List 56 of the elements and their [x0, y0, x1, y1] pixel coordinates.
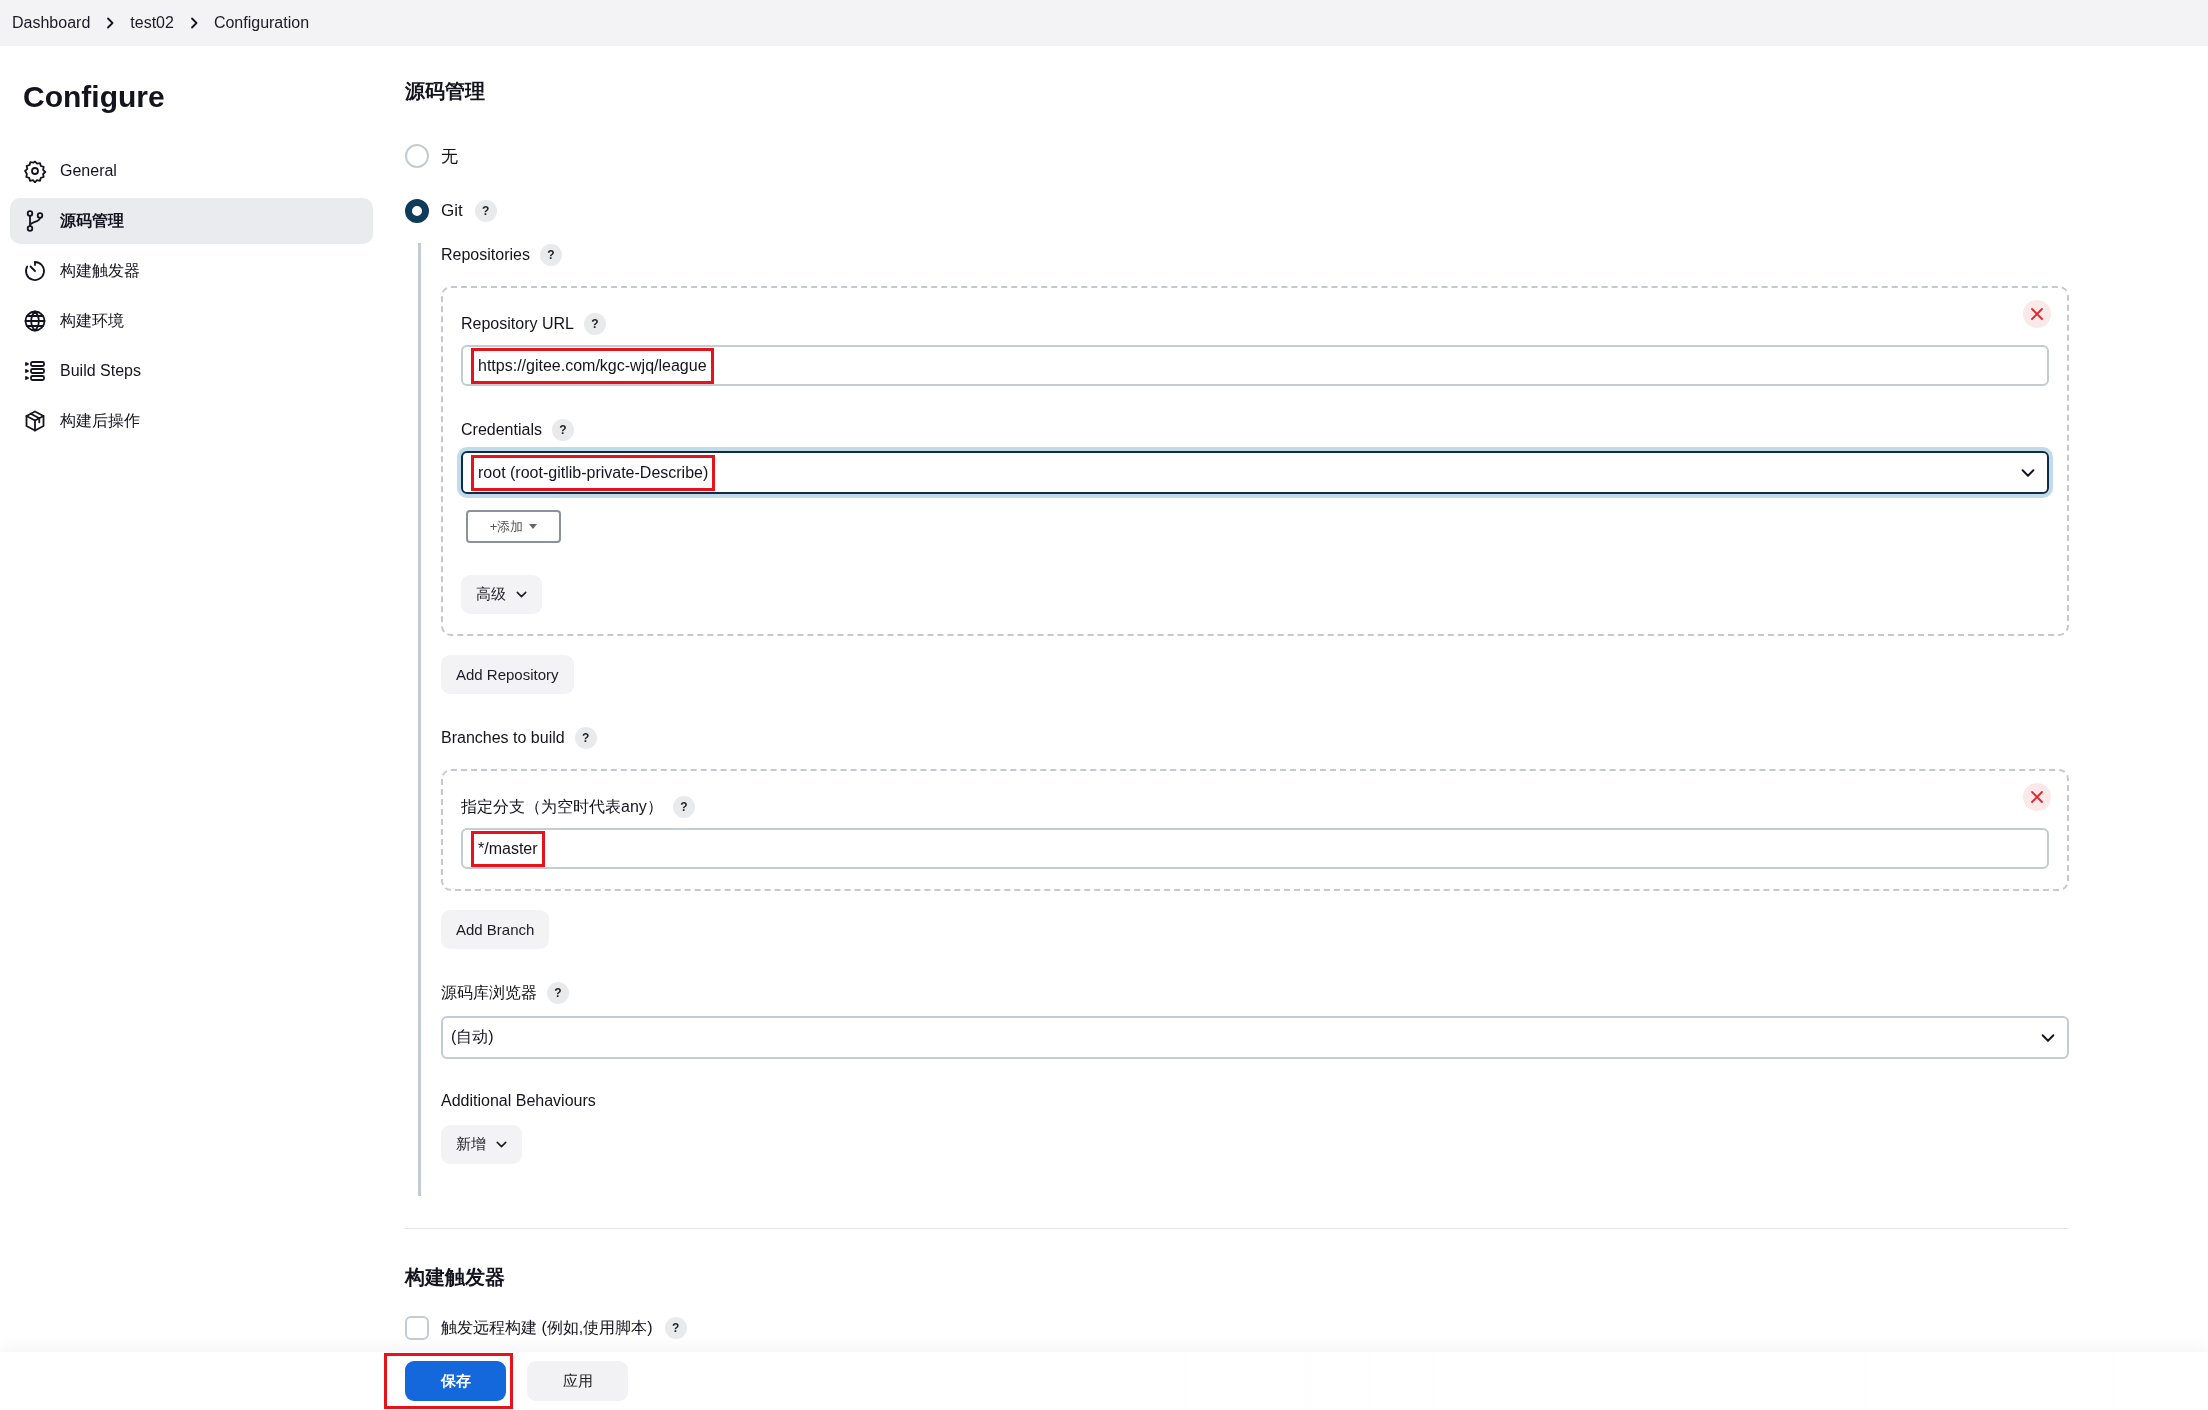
help-icon[interactable]: ? — [574, 727, 597, 749]
help-icon[interactable]: ? — [672, 796, 695, 818]
radio-label: Git — [441, 201, 463, 221]
list-icon — [23, 359, 47, 383]
chevron-down-icon — [2041, 1032, 2055, 1043]
package-icon — [23, 409, 47, 433]
advanced-button[interactable]: 高级 — [461, 575, 542, 614]
field-label: Repository URL — [461, 315, 574, 333]
globe-icon — [23, 309, 47, 333]
remove-button[interactable] — [2023, 300, 2051, 328]
browser-dropdown[interactable]: (自动) — [441, 1016, 2069, 1059]
help-icon[interactable]: ? — [583, 313, 606, 335]
breadcrumb-link[interactable]: Configuration — [213, 14, 310, 32]
sidebar-item[interactable]: 构建后操作 — [10, 398, 373, 444]
close-icon — [2031, 791, 2043, 803]
field-label: 指定分支（为空时代表any） — [461, 796, 663, 817]
help-icon[interactable]: ? — [474, 200, 497, 222]
chevron-down-icon — [516, 591, 527, 598]
radio-label: 无 — [441, 145, 458, 168]
help-icon[interactable]: ? — [539, 244, 562, 266]
sidebar-item[interactable]: 构建触发器 — [10, 248, 373, 294]
add-repository-button[interactable]: Add Repository — [441, 655, 574, 694]
timer-icon — [23, 259, 47, 283]
add-behaviour-button[interactable]: 新增 — [441, 1125, 522, 1164]
help-icon[interactable]: ? — [551, 419, 574, 441]
remove-button[interactable] — [2023, 783, 2051, 811]
field-label: Additional Behaviours — [441, 1092, 596, 1110]
chevron-down-icon — [2021, 467, 2035, 478]
add-credentials-button[interactable]: +添加 — [466, 510, 561, 543]
section-heading: 源码管理 — [405, 79, 486, 104]
radio-button[interactable] — [405, 199, 429, 223]
sidebar-item[interactable]: 源码管理 — [10, 198, 373, 244]
checkbox-label: 触发远程构建 (例如,使用脚本) — [441, 1317, 653, 1338]
field-label: Credentials — [461, 421, 542, 439]
checkbox[interactable] — [405, 1316, 429, 1340]
field-label: Branches to build — [441, 729, 565, 747]
sidebar-item[interactable]: General — [10, 148, 373, 194]
save-button[interactable]: 保存 — [405, 1361, 506, 1401]
caret-icon — [529, 524, 538, 529]
sidebar-item[interactable]: Build Steps — [10, 348, 373, 394]
add-branch-button[interactable]: Add Branch — [441, 910, 550, 949]
breadcrumb-link[interactable]: test02 — [130, 14, 174, 32]
help-icon[interactable]: ? — [664, 1317, 687, 1339]
gear-icon — [23, 159, 47, 183]
field-label: 源码库浏览器 — [441, 982, 537, 1003]
chevron-down-icon — [496, 1141, 507, 1148]
help-icon[interactable]: ? — [547, 982, 569, 1004]
close-icon — [2031, 308, 2043, 320]
url-input-field[interactable]: https://gitee.com/kgc-wjq/league — [461, 345, 2049, 386]
branch-input-field[interactable]: */master — [461, 828, 2049, 869]
page-title: Configure — [23, 79, 166, 115]
breadcrumb-link[interactable]: Dashboard — [12, 14, 91, 32]
section-heading: 构建触发器 — [405, 1265, 506, 1290]
field-label: Repositories — [441, 246, 530, 264]
sidebar-item[interactable]: 构建环境 — [10, 298, 373, 344]
apply-button[interactable]: 应用 — [527, 1361, 628, 1401]
